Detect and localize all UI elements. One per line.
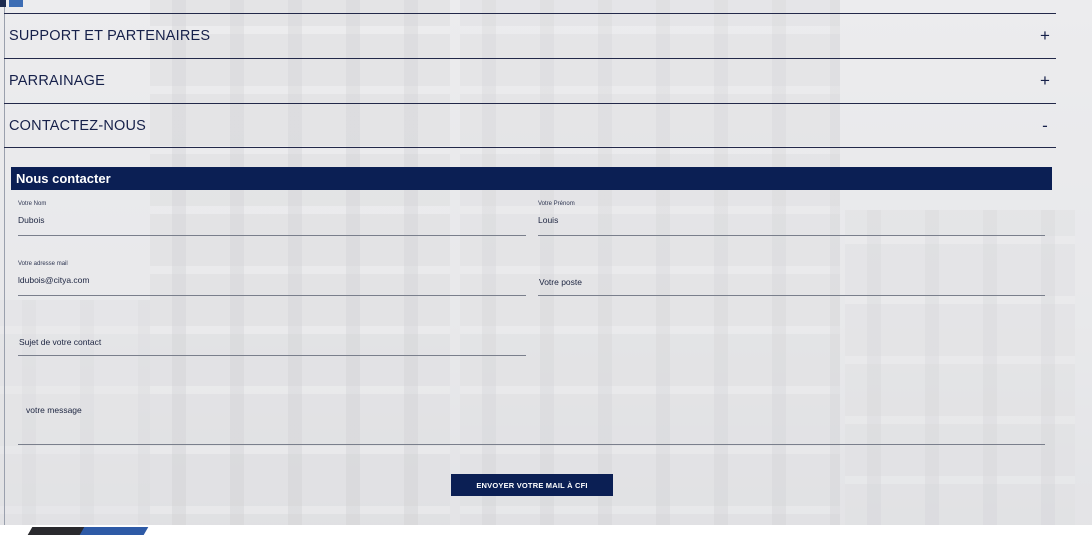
field-underline (18, 444, 1045, 445)
job-title-field[interactable]: Votre poste (538, 261, 1045, 296)
bottom-tab-decoration (27, 527, 149, 535)
tab-dark-segment (0, 0, 6, 7)
contact-form-header: Nous contacter (11, 167, 1052, 190)
tab-blue-segment (79, 527, 149, 535)
field-underline (538, 295, 1045, 296)
email-input[interactable]: ldubois@citya.com (18, 275, 526, 285)
job-title-input[interactable]: Votre poste (539, 277, 582, 287)
send-email-button[interactable]: ENVOYER VOTRE MAIL À CFI (451, 474, 613, 496)
last-name-field[interactable]: Votre Nom Dubois (18, 201, 526, 236)
field-underline (18, 355, 526, 356)
last-name-input[interactable]: Dubois (18, 215, 526, 225)
bottom-band (0, 525, 1092, 535)
field-label: Votre adresse mail (18, 261, 68, 267)
field-underline (538, 235, 1045, 236)
accordion-item-contact[interactable]: CONTACTEZ-NOUS - (4, 103, 1056, 148)
field-label: Votre Nom (18, 201, 47, 207)
expand-icon[interactable]: + (1039, 71, 1051, 91)
field-label: Votre Prénom (538, 201, 575, 207)
field-underline (18, 235, 526, 236)
first-name-field[interactable]: Votre Prénom Louis (538, 201, 1045, 236)
expand-icon[interactable]: + (1039, 26, 1051, 46)
accordion-item-title: PARRAINAGE (9, 73, 106, 89)
subject-input[interactable]: Sujet de votre contact (19, 337, 101, 347)
top-tab-decoration (0, 0, 24, 7)
tab-blue-segment (9, 0, 23, 7)
message-field[interactable]: votre message (18, 385, 1045, 445)
accordion-item-parrainage[interactable]: PARRAINAGE + (4, 58, 1056, 103)
accordion-item-title: CONTACTEZ-NOUS (9, 117, 147, 134)
message-textarea[interactable]: votre message (26, 405, 82, 415)
subject-field[interactable]: Sujet de votre contact (18, 322, 526, 356)
field-underline (18, 295, 526, 296)
first-name-input[interactable]: Louis (538, 215, 1045, 225)
accordion-item-support[interactable]: SUPPORT ET PARTENAIRES + (4, 13, 1056, 58)
accordion: SUPPORT ET PARTENAIRES + PARRAINAGE + CO… (4, 13, 1056, 148)
collapse-icon[interactable]: - (1039, 116, 1051, 136)
accordion-item-title: SUPPORT ET PARTENAIRES (9, 28, 211, 44)
email-field[interactable]: Votre adresse mail ldubois@citya.com (18, 261, 526, 296)
